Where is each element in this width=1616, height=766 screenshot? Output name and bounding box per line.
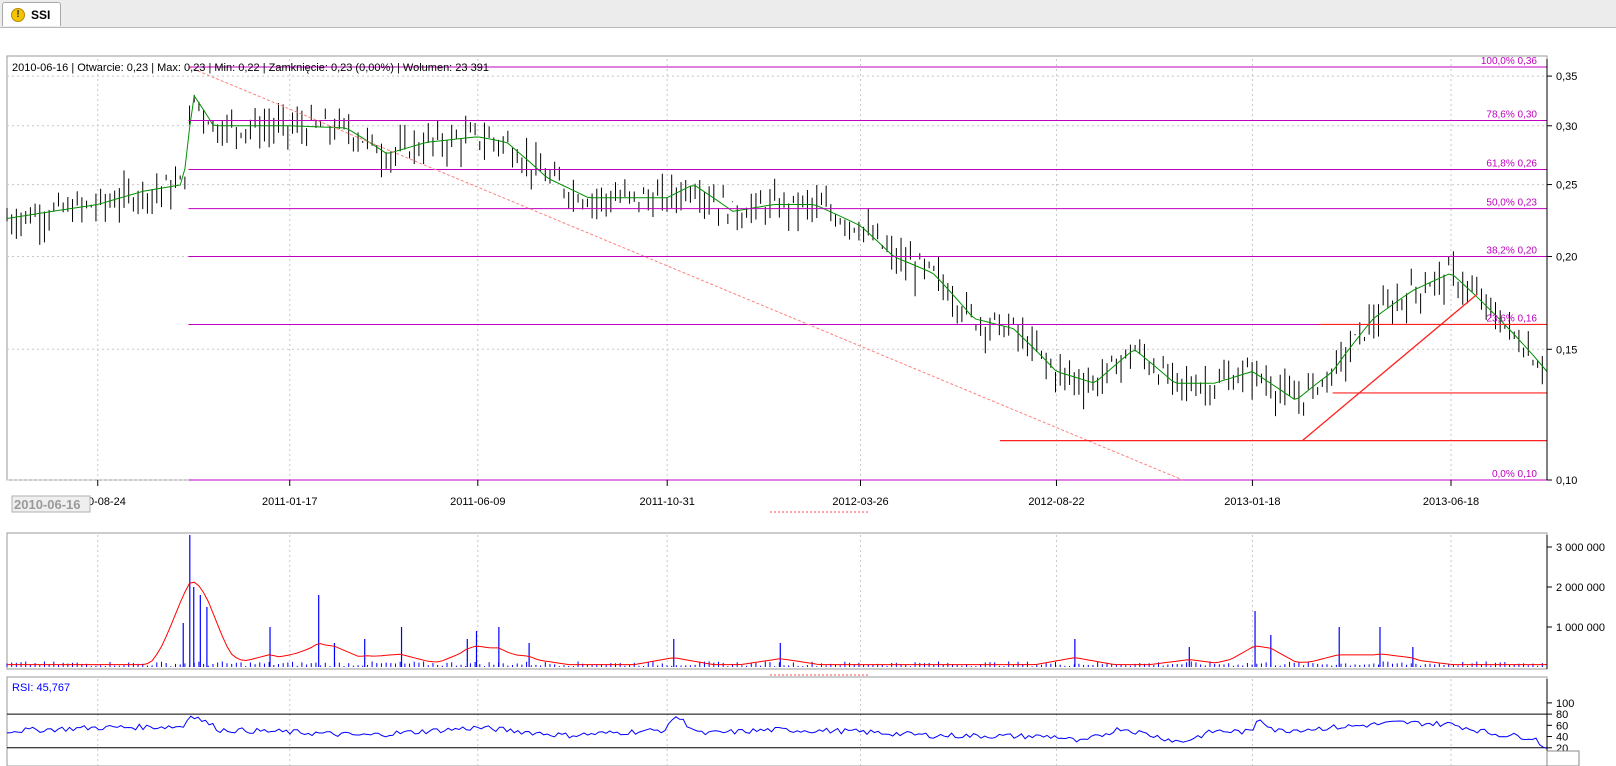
rsi-tick-label: 80: [1556, 709, 1568, 721]
rsi-label: RSI: 45,767: [12, 682, 70, 694]
rsi-value-box: [1546, 750, 1580, 766]
date-tick-label: 2013-01-18: [1224, 496, 1280, 508]
volume-axis: 3 000 000 2 000 000 1 000 000: [1546, 535, 1605, 669]
price-tick-label: 0,10: [1556, 475, 1577, 487]
chart-area[interactable]: 100,0% 0,36 78,6% 0,30 61,8% 0,26 50,0% 0,2…: [0, 27, 1616, 766]
price-tick-label: 0,35: [1556, 71, 1577, 83]
date-tick-label: 2012-08-22: [1028, 496, 1084, 508]
info-line: 2010-06-16 | Otwarcie: 0,23 | Max: 0,23 …: [12, 62, 489, 74]
fibonacci-level-label: 100,0% 0,36: [1481, 56, 1538, 67]
volume-tick-label: 3 000 000: [1556, 542, 1605, 554]
date-tick-label: 2011-06-09: [450, 496, 505, 508]
rsi-tick-label: 40: [1556, 732, 1568, 744]
volume-tick-label: 1 000 000: [1556, 622, 1605, 634]
price-tick-label: 0,15: [1556, 344, 1577, 356]
warning-icon: !: [11, 7, 25, 22]
date-tick-label: 2013-06-18: [1423, 496, 1479, 508]
date-tick-label: 2012-03-26: [832, 496, 888, 508]
rsi-tick-label: 60: [1556, 720, 1568, 732]
cursor-date-label: 2010-06-16: [14, 497, 81, 512]
tab-bar: ! SSI: [0, 0, 1616, 28]
tab-ssi[interactable]: ! SSI: [2, 2, 62, 26]
date-tick-label: 2011-10-31: [639, 496, 694, 508]
volume-panel: 3 000 000 2 000 000 1 000 000: [6, 532, 1605, 670]
price-axis: 0,35 0,30 0,25 0,20 0,15 0,10: [1546, 59, 1577, 487]
date-tick-label: 2011-01-17: [262, 496, 317, 508]
rsi-panel: 100806040200 RSI: 45,767: [6, 676, 1574, 766]
date-axis: 2010-08-24 2011-01-17 2011-06-09 2011-10-31…: [70, 480, 1479, 508]
fibonacci-level-label: 0,0% 0,10: [1492, 469, 1537, 480]
rsi-panel-frame: [6, 676, 1548, 766]
price-panel: 100,0% 0,36 78,6% 0,30 61,8% 0,26 50,0% 0,2…: [6, 55, 1577, 487]
tab-label: SSI: [31, 7, 51, 22]
fibonacci-level-label: 23,6% 0,16: [1486, 313, 1537, 324]
price-tick-label: 0,20: [1556, 252, 1577, 264]
fibonacci-level-label: 78,6% 0,30: [1486, 109, 1537, 120]
fibonacci-level-label: 61,8% 0,26: [1486, 158, 1537, 169]
price-panel-frame: [6, 55, 1548, 481]
price-tick-label: 0,25: [1556, 180, 1577, 192]
fibonacci-level-label: 50,0% 0,23: [1486, 198, 1537, 209]
price-tick-label: 0,30: [1556, 121, 1577, 133]
volume-panel-frame: [6, 532, 1548, 670]
volume-tick-label: 2 000 000: [1556, 582, 1605, 594]
fibonacci-level-label: 38,2% 0,20: [1486, 246, 1537, 257]
rsi-tick-label: 100: [1556, 698, 1574, 710]
